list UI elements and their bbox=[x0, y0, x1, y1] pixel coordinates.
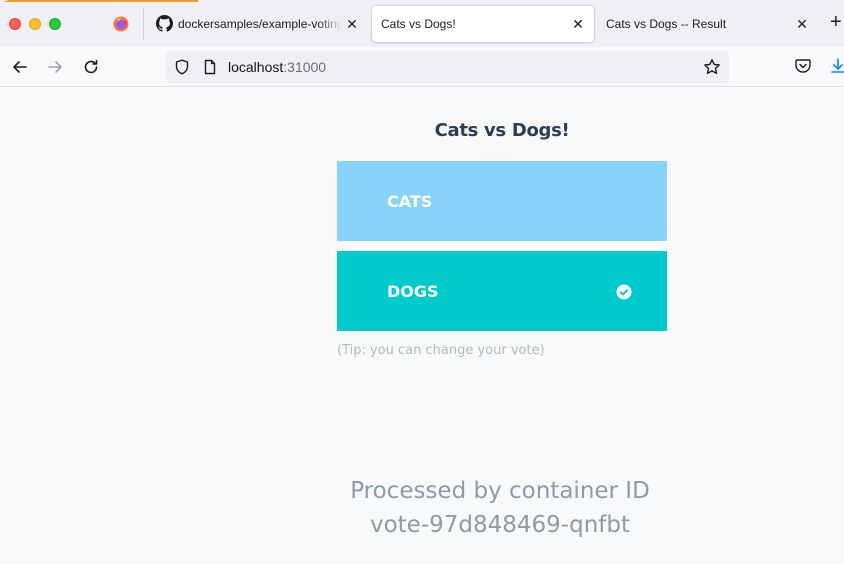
browser-window: dockersamples/example-voting-app ✕ Cats … bbox=[0, 0, 844, 564]
tab-label: dockersamples/example-voting-app bbox=[178, 17, 342, 31]
page-title: Cats vs Dogs! bbox=[434, 120, 570, 141]
vote-cats-button[interactable]: CATS bbox=[337, 161, 667, 241]
url-text[interactable]: localhost:31000 bbox=[228, 59, 326, 75]
tab-separator bbox=[143, 8, 144, 40]
back-arrow-icon[interactable] bbox=[10, 57, 30, 77]
url-host: localhost bbox=[228, 59, 284, 75]
forward-arrow-icon[interactable] bbox=[45, 57, 65, 77]
window-maximize-button[interactable] bbox=[49, 18, 61, 30]
window-close-button[interactable] bbox=[9, 18, 21, 30]
pocket-icon[interactable] bbox=[794, 57, 812, 75]
tab-strip: dockersamples/example-voting-app ✕ Cats … bbox=[0, 0, 844, 47]
vote-dogs-label: DOGS bbox=[387, 281, 439, 301]
check-circle-icon bbox=[616, 284, 632, 300]
download-icon[interactable] bbox=[829, 57, 844, 75]
tab-loading-indicator bbox=[0, 0, 198, 2]
navigation-bar: localhost:31000 bbox=[0, 47, 844, 87]
shield-icon[interactable] bbox=[174, 59, 190, 75]
tab-close-icon[interactable]: ✕ bbox=[344, 16, 360, 32]
url-port: :31000 bbox=[283, 59, 327, 75]
tab-github[interactable]: dockersamples/example-voting-app ✕ bbox=[150, 6, 368, 42]
bookmark-star-icon[interactable] bbox=[703, 58, 721, 76]
vote-dogs-button[interactable]: DOGS bbox=[337, 251, 667, 331]
window-minimize-button[interactable] bbox=[29, 18, 41, 30]
github-icon bbox=[156, 15, 173, 32]
processed-by-label: Processed by container ID bbox=[350, 478, 650, 504]
firefox-icon[interactable] bbox=[113, 16, 129, 32]
page-content: Cats vs Dogs! CATS DOGS (Tip: you can ch… bbox=[0, 88, 844, 564]
tip-text: (Tip: you can change your vote) bbox=[337, 343, 545, 358]
container-id: vote-97d848469-qnfbt bbox=[369, 512, 630, 538]
tab-close-icon[interactable]: ✕ bbox=[570, 16, 586, 32]
page-icon[interactable] bbox=[202, 59, 218, 75]
tab-close-icon[interactable]: ✕ bbox=[794, 16, 810, 32]
tab-cats-vs-dogs[interactable]: Cats vs Dogs! ✕ bbox=[372, 6, 594, 42]
new-tab-button[interactable]: + bbox=[830, 12, 842, 32]
vote-cats-label: CATS bbox=[387, 191, 433, 211]
tab-label: Cats vs Dogs! bbox=[381, 17, 456, 31]
tab-result[interactable]: Cats vs Dogs -- Result ✕ bbox=[598, 6, 818, 42]
reload-icon[interactable] bbox=[81, 57, 101, 77]
address-bar[interactable]: localhost:31000 bbox=[166, 51, 729, 83]
tab-label: Cats vs Dogs -- Result bbox=[606, 17, 727, 31]
